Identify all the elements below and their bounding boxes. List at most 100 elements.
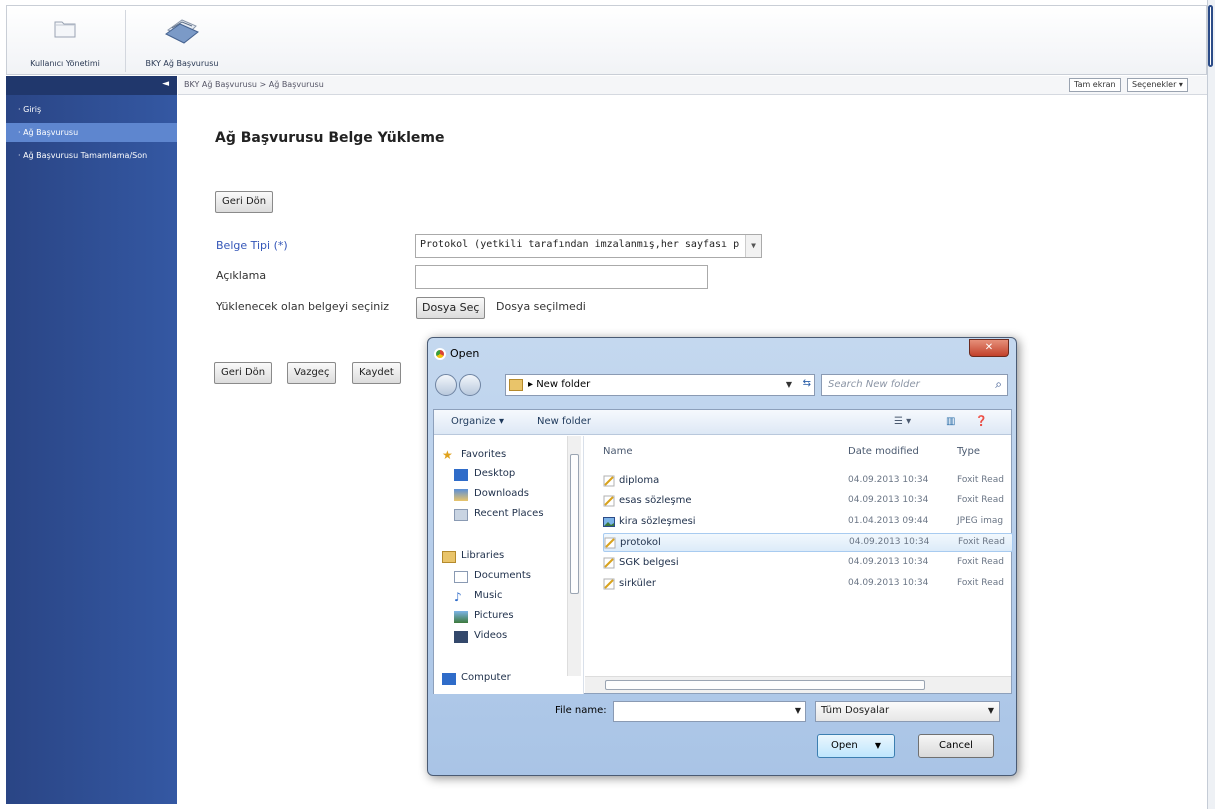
file-row[interactable]: kira sözleşmesi 01.04.2013 09:44 JPEG im… (603, 513, 1013, 532)
address-row: ▸ New folder ▼ ⇆ Search New folder ⌕ (433, 373, 1013, 397)
computer-icon (442, 673, 456, 685)
file-date: 01.04.2013 09:44 (848, 516, 929, 526)
collapse-arrow-icon[interactable]: ◄ (162, 79, 169, 89)
nav-desktop[interactable]: Desktop (474, 468, 515, 479)
description-label: Açıklama (216, 269, 267, 282)
nav-documents[interactable]: Documents (474, 570, 531, 581)
chevron-down-icon[interactable]: ▼ (988, 706, 994, 715)
sidebar-collapse-bar[interactable]: ◄ (6, 76, 177, 95)
file-row[interactable]: esas sözleşme 04.09.2013 10:34 Foxit Rea… (603, 492, 1013, 511)
chevron-down-icon[interactable]: ▼ (795, 706, 801, 715)
chrome-icon (434, 348, 446, 360)
file-select-label: Yüklenecek olan belgeyi seçiniz (216, 300, 390, 313)
column-header-date[interactable]: Date modified (848, 446, 919, 457)
file-row-selected[interactable]: protokol 04.09.2013 10:34 Foxit Read (603, 533, 1013, 552)
pdf-icon (603, 557, 615, 569)
fullscreen-button[interactable]: Tam ekran (1069, 78, 1121, 92)
scrollbar-thumb[interactable] (605, 680, 925, 690)
file-type: JPEG imag (957, 516, 1004, 526)
user-management-button[interactable]: Kullanıcı Yönetimi (7, 6, 123, 74)
document-type-select[interactable]: Protokol (yetkili tarafından imzalanmış,… (415, 234, 762, 258)
breadcrumb: BKY Ağ Başvurusu > Ağ Başvurusu (184, 80, 324, 89)
choose-file-button[interactable]: Dosya Seç (416, 297, 486, 319)
file-name-input[interactable]: ▼ (613, 701, 806, 722)
dialog-title: Open (450, 347, 480, 360)
nav-pictures[interactable]: Pictures (474, 610, 514, 621)
cancel-button[interactable]: Cancel (918, 734, 994, 758)
pdf-icon (603, 495, 615, 507)
recent-places-icon (454, 509, 468, 521)
view-options-icon[interactable]: ☰ ▾ (894, 416, 911, 427)
file-type-filter[interactable]: Tüm Dosyalar ▼ (815, 701, 1000, 722)
nav-libraries[interactable]: Libraries (461, 550, 504, 561)
nav-computer[interactable]: Computer (461, 672, 511, 683)
documents-icon (454, 571, 468, 583)
file-type-filter-value: Tüm Dosyalar (821, 705, 890, 716)
folder-icon (54, 21, 76, 38)
pdf-icon (603, 475, 615, 487)
file-name-label: File name: (555, 705, 607, 716)
documents-stack-icon (165, 19, 199, 44)
image-icon (603, 517, 615, 527)
document-type-value: Protokol (yetkili tarafından imzalanmış,… (420, 239, 740, 250)
scrollbar-thumb[interactable] (570, 454, 579, 594)
file-date: 04.09.2013 10:34 (848, 495, 929, 505)
file-type: Foxit Read (957, 578, 1004, 588)
bky-network-application-button[interactable]: BKY Ağ Başvurusu (127, 6, 237, 74)
nav-recent-places[interactable]: Recent Places (474, 508, 544, 519)
column-header-type[interactable]: Type (957, 446, 980, 457)
file-list: Name Date modified Type diploma 04.09.20… (585, 436, 1013, 694)
search-input[interactable]: Search New folder ⌕ (821, 374, 1008, 396)
preview-pane-icon[interactable]: ▥ (946, 416, 955, 427)
sidebar-item-ag-basvurusu-tamamlama[interactable]: · Ağ Başvurusu Tamamlama/Son (6, 146, 177, 165)
sidebar-item-ag-basvurusu[interactable]: · Ağ Başvurusu (6, 123, 177, 142)
file-type: Foxit Read (958, 537, 1005, 547)
address-bar[interactable]: ▸ New folder ▼ ⇆ (505, 374, 815, 396)
star-icon: ★ (442, 448, 453, 462)
back-button-bottom[interactable]: Geri Dön (214, 362, 273, 384)
open-button[interactable]: Open ▼ (817, 734, 895, 758)
ribbon-separator (125, 10, 126, 72)
videos-icon (454, 631, 468, 643)
desktop-icon (454, 469, 468, 481)
back-arrow-icon[interactable] (435, 374, 457, 396)
search-icon[interactable]: ⌕ (995, 377, 1002, 392)
cancel-form-button[interactable]: Vazgeç (287, 362, 337, 384)
save-button[interactable]: Kaydet (352, 362, 401, 384)
close-icon[interactable]: ✕ (969, 339, 1009, 357)
search-placeholder: Search New folder (828, 379, 920, 390)
column-header-name[interactable]: Name (603, 446, 633, 457)
file-row[interactable]: sirküler 04.09.2013 10:34 Foxit Read (603, 575, 1013, 594)
help-icon[interactable]: ❓ (975, 416, 987, 427)
file-list-horizontal-scrollbar[interactable] (585, 676, 1011, 693)
file-name: sirküler (619, 578, 656, 589)
dialog-body: Organize ▾ New folder ☰ ▾ ▥ ❓ ★ Favorite… (433, 409, 1013, 694)
chevron-down-icon[interactable]: ▼ (875, 741, 881, 750)
description-input[interactable] (415, 265, 708, 289)
right-window-edge (1207, 0, 1215, 809)
file-row[interactable]: SGK belgesi 04.09.2013 10:34 Foxit Read (603, 554, 1013, 573)
command-bar: Organize ▾ New folder ☰ ▾ ▥ ❓ (434, 410, 1011, 435)
nav-favorites[interactable]: Favorites (461, 449, 506, 460)
chevron-down-icon[interactable]: ▼ (786, 380, 792, 389)
nav-music[interactable]: Music (474, 590, 502, 601)
organize-button[interactable]: Organize ▾ (451, 416, 504, 427)
file-row[interactable]: diploma 04.09.2013 10:34 Foxit Read (603, 472, 1013, 491)
forward-arrow-icon[interactable] (459, 374, 481, 396)
options-button[interactable]: Seçenekler ▾ (1127, 78, 1188, 92)
file-type: Foxit Read (957, 495, 1004, 505)
back-button-top[interactable]: Geri Dön (215, 191, 274, 213)
chevron-down-icon[interactable]: ▼ (745, 235, 761, 257)
sidebar: ◄ · Giriş · Ağ Başvurusu · Ağ Başvurusu … (6, 76, 177, 804)
nav-videos[interactable]: Videos (474, 630, 507, 641)
refresh-icon[interactable]: ⇆ (803, 378, 811, 389)
page-title: Ağ Başvurusu Belge Yükleme (215, 130, 445, 146)
top-ribbon: Kullanıcı Yönetimi BKY Ağ Başvurusu (6, 5, 1207, 75)
new-folder-button[interactable]: New folder (537, 416, 591, 427)
sidebar-item-giris[interactable]: · Giriş (6, 100, 177, 119)
nav-downloads[interactable]: Downloads (474, 488, 529, 499)
nav-pane-scrollbar[interactable] (567, 436, 581, 676)
bky-network-application-label: BKY Ağ Başvurusu (145, 59, 219, 68)
file-name: kira sözleşmesi (619, 516, 696, 527)
file-name: SGK belgesi (619, 557, 679, 568)
